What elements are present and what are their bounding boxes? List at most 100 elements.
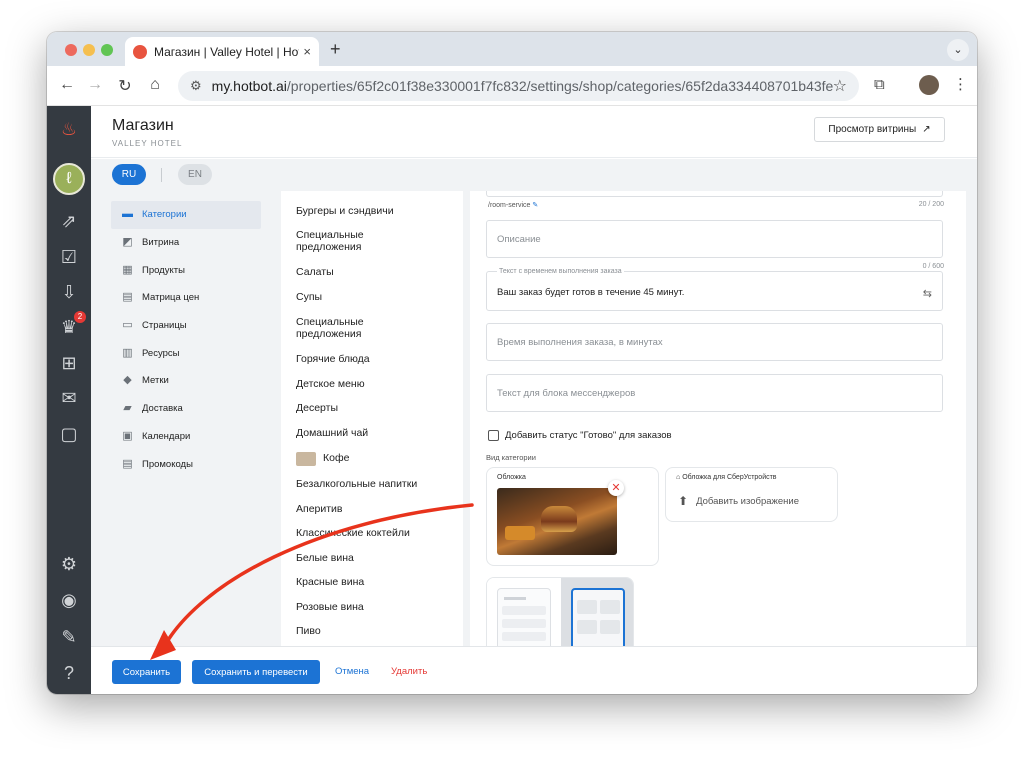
tab-search-icon[interactable]: ⌄ (947, 39, 969, 61)
browser-window: Магазин | Valley Hotel | Hotbot × + ⌄ ← … (47, 32, 977, 694)
checkbox-box[interactable] (488, 430, 499, 441)
mail-icon[interactable]: ✉ (58, 387, 80, 409)
list-item[interactable]: Специальные предложения (281, 222, 393, 260)
cover-image[interactable] (497, 488, 617, 555)
remove-image-icon[interactable]: ✕ (608, 480, 624, 496)
property-avatar[interactable]: ℓ (53, 163, 85, 195)
upload-icon: ⬆ (678, 494, 689, 508)
save-and-translate-button[interactable]: Сохранить и перевести (192, 660, 320, 684)
nav-item-promocodes[interactable]: ▤ Промокоды (111, 450, 261, 478)
delete-button[interactable]: Удалить (391, 666, 427, 677)
list-item[interactable]: Горячие блюда (281, 347, 463, 372)
category-label: Детское меню (296, 377, 365, 390)
analytics-icon[interactable]: ⇗ (58, 210, 80, 232)
help-icon[interactable]: ? (58, 662, 80, 684)
list-item[interactable]: Салаты (281, 260, 463, 285)
order-time-text-field[interactable]: Текст с временем выполнения заказа Ваш з… (486, 268, 943, 311)
minutes-placeholder: Время выполнения заказа, в минутах (497, 337, 663, 348)
notification-badge: 2 (74, 311, 86, 323)
messengers-field[interactable]: Текст для блока мессенджеров (486, 374, 943, 412)
back-icon[interactable]: ← (57, 76, 77, 94)
list-item[interactable]: Детское меню (281, 372, 463, 396)
maximize-window-button[interactable] (101, 44, 113, 56)
cancel-button[interactable]: Отмена (335, 666, 369, 677)
settings-gear-icon[interactable]: ⚙ (58, 553, 80, 575)
forward-icon[interactable]: → (85, 76, 105, 94)
extensions-icon[interactable]: ⧉ (874, 76, 885, 93)
name-field[interactable] (486, 191, 943, 197)
new-tab-button[interactable]: + (330, 39, 341, 60)
hotbot-logo-icon[interactable]: ♨ (58, 118, 80, 140)
home-icon[interactable]: ⌂ (145, 76, 165, 94)
slug-value: /room-service (488, 202, 531, 209)
list-item[interactable]: Кофе (281, 445, 463, 472)
site-settings-icon[interactable]: ⚙ (190, 78, 202, 94)
category-label: Специальные предложения (296, 315, 364, 341)
list-item[interactable]: Аперитив (281, 497, 463, 521)
edit-slug-icon[interactable]: ✎ (532, 202, 538, 209)
category-label: Кофе (323, 452, 350, 465)
nav-item-label: Страницы (142, 320, 187, 332)
list-item[interactable]: Классические коктейли (281, 521, 463, 546)
fries-shape (505, 526, 535, 540)
layout-grid-option[interactable] (561, 578, 633, 646)
nav-item-calendars[interactable]: ▣ Календари (111, 423, 261, 451)
description-field[interactable]: Описание (486, 220, 943, 258)
browser-menu-icon[interactable]: ⋮ (953, 75, 968, 93)
list-item[interactable]: Бургеры и сэндвичи (281, 200, 463, 222)
chat-icon[interactable]: ▢ (58, 423, 80, 445)
shop-settings-nav: ▬ Категории ◩ Витрина ▦ Продукты ▤ Матрица ц… (111, 201, 261, 478)
save-button[interactable]: Сохранить (112, 660, 181, 684)
preview-storefront-button[interactable]: Просмотр витрины ↗ (814, 117, 945, 142)
list-item[interactable]: Красные вина (281, 570, 463, 595)
cart-icon[interactable]: ⊞ (58, 352, 80, 374)
minutes-field[interactable]: Время выполнения заказа, в минутах (486, 323, 943, 361)
translate-icon[interactable]: ⇆ (923, 287, 932, 300)
list-item[interactable]: Супы (281, 285, 463, 309)
reload-icon[interactable]: ↻ (115, 76, 135, 96)
list-item[interactable]: Специальные предложения (281, 309, 393, 347)
category-label: Десерты (296, 402, 339, 415)
nav-item-label: Матрица цен (142, 292, 200, 304)
list-item[interactable]: Безалкогольные напитки (281, 472, 463, 497)
nav-item-products[interactable]: ▦ Продукты (111, 256, 261, 284)
nav-item-price-matrix[interactable]: ▤ Матрица цен (111, 284, 261, 312)
account-icon[interactable]: ◉ (58, 589, 80, 611)
nav-item-label: Витрина (142, 237, 180, 249)
list-item[interactable]: Белые вина (281, 546, 463, 570)
lang-ru-button[interactable]: RU (112, 164, 146, 185)
nav-item-label: Метки (142, 375, 169, 387)
list-item[interactable]: Десерты (281, 396, 463, 421)
nav-item-label: Ресурсы (142, 347, 180, 359)
browser-tab[interactable]: Магазин | Valley Hotel | Hotbot × (125, 37, 319, 66)
nav-item-resources[interactable]: ▥ Ресурсы (111, 339, 261, 367)
close-window-button[interactable] (65, 44, 77, 56)
app-page: ♨ ℓ ⇗ ☑ ⇩ ♛ 2 ⊞ ✉ ▢ ⚙ ◉ ✎ ? Магазин VALL… (47, 106, 977, 694)
minimize-window-button[interactable] (83, 44, 95, 56)
settings-body: ▬ Категории ◩ Витрина ▦ Продукты ▤ Матрица ц… (91, 191, 977, 646)
inbox-download-icon[interactable]: ⇩ (58, 281, 80, 303)
ready-status-checkbox[interactable]: Добавить статус "Готово" для заказов (488, 430, 672, 441)
nav-item-delivery[interactable]: ▰ Доставка (111, 395, 261, 423)
nav-item-categories[interactable]: ▬ Категории (111, 201, 261, 229)
lang-en-button[interactable]: EN (178, 164, 212, 185)
nav-item-label: Календари (142, 430, 191, 442)
profile-avatar[interactable] (919, 75, 939, 95)
list-item[interactable]: Розовые вина (281, 595, 463, 619)
add-image-button[interactable]: ⬆ Добавить изображение (678, 494, 799, 508)
list-item[interactable]: Пиво (281, 619, 463, 644)
bookmark-star-icon[interactable]: ☆ (833, 76, 847, 96)
description-placeholder: Описание (497, 234, 541, 245)
tasks-check-icon[interactable]: ☑ (58, 246, 80, 268)
nav-item-pages[interactable]: ▭ Страницы (111, 312, 261, 340)
favicon-icon (133, 44, 147, 59)
nav-item-showcase[interactable]: ◩ Витрина (111, 229, 261, 257)
browser-toolbar: ← → ↻ ⌂ ⚙ my.hotbot.ai/properties/65f2c0… (47, 66, 977, 106)
address-bar[interactable]: ⚙ my.hotbot.ai/properties/65f2c01f38e330… (178, 71, 859, 101)
nav-item-tags[interactable]: ◆ Метки (111, 367, 261, 395)
list-item[interactable]: Домашний чай (281, 421, 463, 445)
layout-list-option[interactable] (487, 578, 561, 646)
edit-pencil-icon[interactable]: ✎ (58, 626, 80, 648)
tab-title: Магазин | Valley Hotel | Hotbot (154, 44, 299, 59)
close-tab-icon[interactable]: × (303, 44, 311, 59)
